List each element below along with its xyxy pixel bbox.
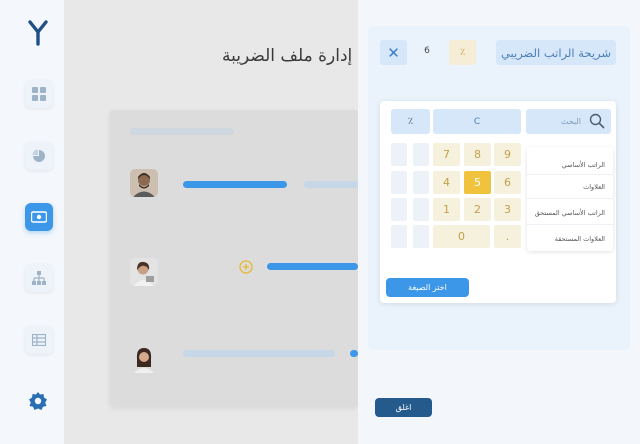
add-circle-icon[interactable] — [239, 260, 253, 274]
sidebar-item-structure[interactable] — [25, 264, 53, 292]
close-icon: ✕ — [387, 43, 400, 62]
empty-key — [413, 198, 429, 221]
percent-button[interactable]: ٪ — [391, 109, 430, 134]
search-icon — [589, 113, 605, 129]
bracket-value: 6 — [424, 46, 430, 56]
pie-chart-icon — [32, 149, 45, 162]
money-bill-icon — [31, 211, 47, 223]
employee-name-bar — [183, 350, 335, 357]
divider — [527, 198, 613, 199]
key-5[interactable]: 5 — [464, 171, 491, 194]
employee-avatar-1[interactable] — [130, 169, 158, 197]
main-content: إدارة ملف الضريبة — [64, 0, 358, 444]
percent-icon: ٪ — [459, 47, 466, 58]
percent-chip[interactable]: ٪ — [449, 40, 476, 65]
brand-logo-icon[interactable] — [28, 20, 48, 46]
key-9[interactable]: 9 — [494, 143, 521, 166]
empty-key — [391, 225, 407, 248]
employee-avatar-3[interactable] — [130, 345, 158, 373]
sidebar-item-dashboard[interactable] — [25, 80, 53, 108]
key-3[interactable]: 3 — [494, 198, 521, 221]
variable-item[interactable]: الراتب الأساسي المستحق — [535, 209, 605, 217]
card-header-placeholder — [130, 128, 234, 135]
sidebar-item-reports[interactable] — [25, 142, 53, 170]
page-title: إدارة ملف الضريبة — [222, 46, 353, 66]
variables-list: الراتب الأساسي العلاوات الراتب الأساسي ا… — [527, 147, 613, 251]
gear-icon[interactable] — [28, 391, 48, 411]
employee-name-bar — [267, 263, 358, 270]
empty-key — [391, 143, 407, 166]
key-decimal[interactable]: . — [494, 225, 521, 248]
variable-search-input[interactable]: البحث — [526, 109, 611, 134]
panel-title: شريحة الراتب الضريبي — [496, 40, 616, 65]
variable-item[interactable]: العلاوات — [583, 183, 605, 191]
variable-item[interactable]: العلاوات المستحقة — [555, 235, 605, 243]
divider — [527, 174, 613, 175]
close-button[interactable]: اغلق — [375, 398, 432, 417]
empty-key — [413, 171, 429, 194]
key-8[interactable]: 8 — [464, 143, 491, 166]
empty-key — [413, 225, 429, 248]
org-chart-icon — [32, 271, 46, 285]
table-icon — [32, 334, 46, 346]
key-7[interactable]: 7 — [433, 143, 460, 166]
divider — [527, 224, 613, 225]
key-6[interactable]: 6 — [494, 171, 521, 194]
clear-button[interactable]: C — [433, 109, 521, 134]
sidebar-item-tables[interactable] — [25, 326, 53, 354]
sidebar — [0, 0, 64, 444]
key-2[interactable]: 2 — [464, 198, 491, 221]
dashboard-grid-icon — [32, 87, 46, 101]
empty-key — [391, 198, 407, 221]
choose-formula-button[interactable]: اختر الصيغة — [386, 278, 469, 297]
employee-name-bar — [183, 181, 287, 188]
employee-list-card — [110, 110, 358, 406]
employee-detail-bar — [350, 350, 358, 357]
variable-item[interactable]: الراتب الأساسي — [562, 161, 605, 169]
key-0[interactable]: 0 — [433, 225, 490, 248]
search-placeholder: البحث — [560, 117, 581, 126]
empty-key — [413, 143, 429, 166]
sidebar-item-payroll[interactable] — [25, 203, 53, 231]
employee-detail-bar — [304, 181, 358, 188]
employee-avatar-2[interactable] — [130, 258, 158, 286]
key-4[interactable]: 4 — [433, 171, 460, 194]
close-panel-button[interactable]: ✕ — [380, 40, 407, 65]
key-1[interactable]: 1 — [433, 198, 460, 221]
empty-key — [391, 171, 407, 194]
